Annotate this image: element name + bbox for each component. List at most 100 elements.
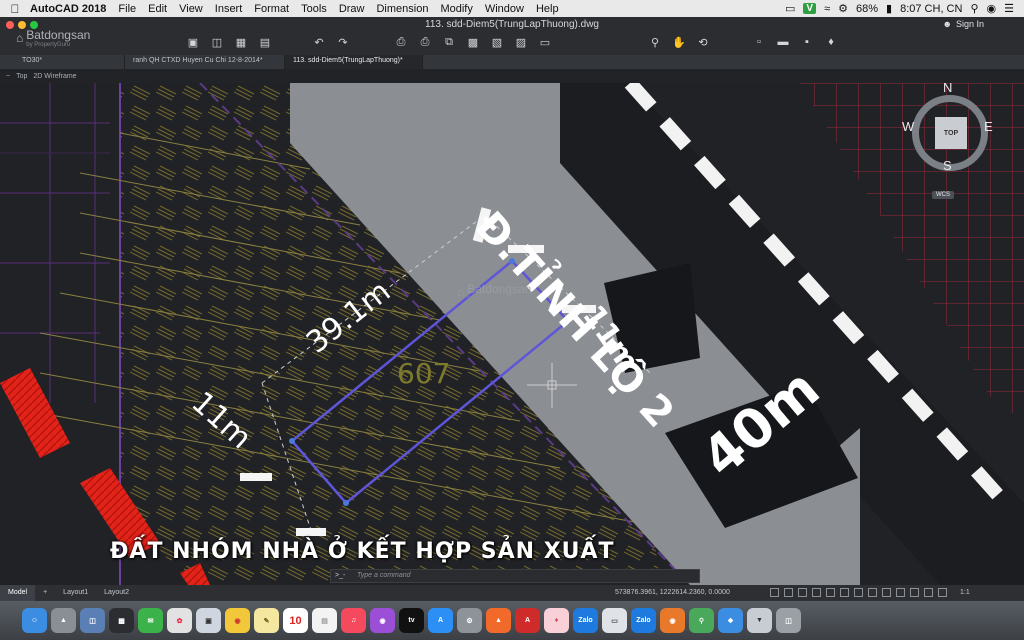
menu-modify[interactable]: Modify [440, 3, 472, 15]
mission-control-icon[interactable]: ◫ [80, 608, 105, 633]
orbit-icon[interactable]: ⟲ [696, 35, 710, 49]
gear-icon[interactable]: ⚙ [838, 2, 848, 15]
clock[interactable]: 8:07 CH, CN [900, 3, 962, 15]
new-file-icon[interactable]: ▣ [186, 35, 200, 49]
viewport-style[interactable]: 2D Wireframe [33, 73, 76, 80]
calendar-icon[interactable]: 10 [283, 608, 308, 633]
siri-icon[interactable]: ◉ [987, 2, 997, 15]
tab-to30[interactable]: TO30* [0, 55, 125, 69]
save-icon[interactable]: ▦ [234, 35, 248, 49]
messages-icon[interactable]: ✉ [138, 608, 163, 633]
search-icon[interactable]: ⚲ [970, 2, 978, 15]
sheet-set-icon[interactable]: ♦ [824, 35, 838, 49]
annotation-visibility-icon[interactable] [910, 588, 919, 597]
autocad-icon[interactable]: A [515, 608, 540, 633]
viewport-menu-icon[interactable]: − [6, 73, 10, 80]
photos-icon[interactable]: ✿ [167, 608, 192, 633]
tab-current-drawing[interactable]: 113. sdd-Diem5(TrungLapThuong)* [285, 55, 423, 69]
podcasts-icon[interactable]: ◉ [370, 608, 395, 633]
brave-icon[interactable]: ▲ [486, 608, 511, 633]
command-line[interactable]: >_- Type a command [330, 569, 700, 583]
tab-layout1[interactable]: Layout1 [55, 585, 96, 601]
clipboard-icon[interactable]: ▨ [514, 35, 528, 49]
battery-icon[interactable]: ▮ [886, 2, 892, 15]
menu-insert[interactable]: Insert [215, 3, 243, 15]
menu-format[interactable]: Format [254, 3, 289, 15]
redo-icon[interactable]: ↷ [336, 35, 350, 49]
launchpad-icon[interactable]: ▲ [51, 608, 76, 633]
maps-icon[interactable]: ⚲ [689, 608, 714, 633]
sign-in[interactable]: ☻ Sign In [942, 19, 984, 29]
notes-icon[interactable]: ✎ [254, 608, 279, 633]
compass-north[interactable]: N [943, 83, 952, 95]
downloads-icon[interactable]: ▼ [747, 608, 772, 633]
reader-icon[interactable]: ♦ [544, 608, 569, 633]
stickies-icon[interactable]: ▤ [312, 608, 337, 633]
safari-icon[interactable]: ❖ [718, 608, 743, 633]
finder-icon[interactable]: ☺ [22, 608, 47, 633]
save-as-icon[interactable]: ▤ [258, 35, 272, 49]
menu-help[interactable]: Help [536, 3, 559, 15]
transparency-toggle-icon[interactable] [868, 588, 877, 597]
grid-toggle-icon[interactable] [770, 588, 779, 597]
menu-edit[interactable]: Edit [148, 3, 167, 15]
annotation-scale-icon[interactable] [896, 588, 905, 597]
system-preferences-icon[interactable]: ⚙ [457, 608, 482, 633]
menu-tools[interactable]: Tools [301, 3, 327, 15]
compass-east[interactable]: E [984, 119, 993, 134]
cast-icon[interactable]: ▭ [785, 2, 795, 15]
command-input[interactable]: Type a command [357, 572, 411, 579]
compass-south[interactable]: S [943, 158, 952, 173]
design-center-icon[interactable]: ▬ [776, 35, 790, 49]
apple-icon[interactable]:  [0, 2, 30, 16]
compass-west[interactable]: W [902, 119, 914, 134]
screenshot-icon[interactable]: ▭ [602, 608, 627, 633]
app-name-menu[interactable]: AutoCAD 2018 [30, 3, 106, 15]
snap-toggle-icon[interactable] [784, 588, 793, 597]
otrack-toggle-icon[interactable] [840, 588, 849, 597]
copy-icon[interactable]: ⧉ [442, 35, 456, 49]
undo-icon[interactable]: ↶ [312, 35, 326, 49]
plot-icon[interactable]: ⎙ [394, 35, 408, 49]
tab-layout2[interactable]: Layout2 [96, 585, 137, 601]
match-properties-icon[interactable]: ▧ [490, 35, 504, 49]
zalo-2-icon[interactable]: Zalo [631, 608, 656, 633]
ortho-toggle-icon[interactable] [798, 588, 807, 597]
tab-ranh-qh[interactable]: ranh QH CTXD Huyen Cu Chi 12-8-2014* [125, 55, 285, 69]
scale-label[interactable]: 1:1 [960, 589, 970, 596]
preview-icon[interactable]: ▣ [196, 608, 221, 633]
print-preview-icon[interactable]: ⎙ [418, 35, 432, 49]
viewport-view[interactable]: Top [16, 73, 27, 80]
app-store-icon[interactable]: A [428, 608, 453, 633]
wcs-menu[interactable]: WCS [932, 191, 954, 199]
osnap-toggle-icon[interactable] [826, 588, 835, 597]
viewcube[interactable]: TOP N S E W WCS [902, 83, 995, 199]
chrome-icon[interactable]: ◉ [225, 608, 250, 633]
paste-icon[interactable]: ▩ [466, 35, 480, 49]
menu-view[interactable]: View [179, 3, 203, 15]
menu-draw[interactable]: Draw [339, 3, 365, 15]
screen-icon[interactable]: ▩ [109, 608, 134, 633]
wifi-icon[interactable]: ≈ [824, 3, 830, 15]
list-icon[interactable]: ☰ [1004, 2, 1014, 15]
menu-file[interactable]: File [118, 3, 136, 15]
zoom-icon[interactable]: ⚲ [648, 35, 662, 49]
customize-icon[interactable] [938, 588, 947, 597]
menu-window[interactable]: Window [485, 3, 524, 15]
selection-cycling-icon[interactable] [882, 588, 891, 597]
menu-dimension[interactable]: Dimension [376, 3, 428, 15]
tv-icon[interactable]: tv [399, 608, 424, 633]
tab-model[interactable]: Model [0, 585, 36, 601]
polar-toggle-icon[interactable] [812, 588, 821, 597]
trash-icon[interactable]: ◫ [776, 608, 801, 633]
external-ref-icon[interactable]: ▪ [800, 35, 814, 49]
v-badge-icon[interactable]: V [803, 3, 817, 14]
add-layout-icon[interactable]: + [35, 585, 55, 601]
firefox-icon[interactable]: ◉ [660, 608, 685, 633]
workspace-icon[interactable] [924, 588, 933, 597]
layer-icon[interactable]: ▭ [538, 35, 552, 49]
drawing-canvas[interactable]: Đ.TỈNH LỘ 2 40m 11m 39.1m 11m 607 ⌂ Batd… [0, 83, 1024, 585]
viewcube-top-face[interactable]: TOP [935, 117, 967, 149]
music-icon[interactable]: ♫ [341, 608, 366, 633]
zalo-icon[interactable]: Zalo [573, 608, 598, 633]
